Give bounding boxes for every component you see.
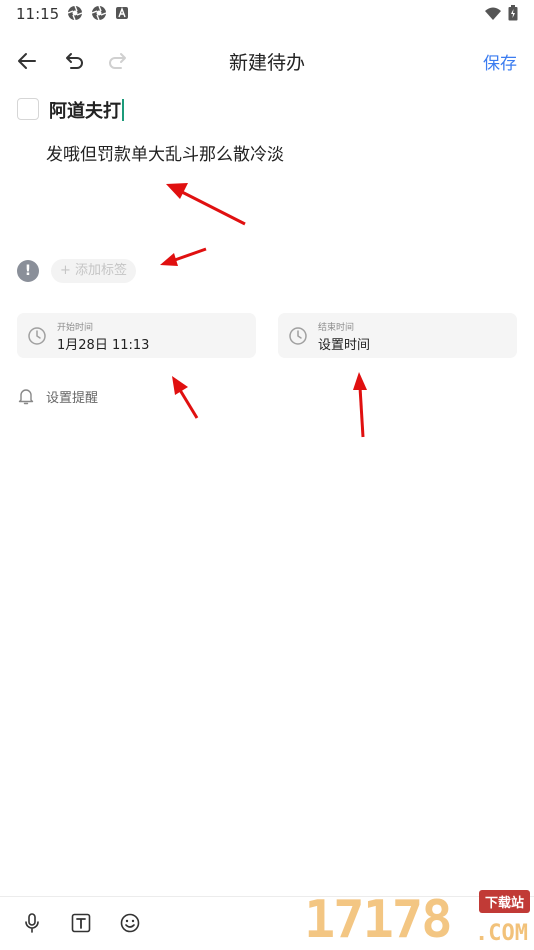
end-time-label: 结束时间 — [318, 323, 355, 333]
battery-icon — [508, 5, 518, 25]
reminder-label: 设置提醒 — [46, 391, 99, 406]
page-title: 新建待办 — [228, 52, 305, 74]
microphone-icon[interactable] — [21, 912, 43, 934]
add-tag-button[interactable]: + 添加标签 — [51, 259, 137, 283]
text-format-icon[interactable] — [70, 912, 92, 934]
text-caret — [122, 99, 124, 121]
annotation-arrow — [166, 183, 246, 226]
priority-icon[interactable]: ! — [17, 260, 39, 282]
end-time-card[interactable]: 结束时间 设置时间 — [278, 313, 517, 358]
start-time-value: 1月28日 11:13 — [57, 338, 150, 353]
todo-body-input[interactable]: 发哦但罚款单大乱斗那么散冷淡 — [46, 140, 284, 165]
end-time-value: 设置时间 — [318, 338, 371, 353]
annotation-arrow — [353, 372, 367, 438]
watermark-badge: 下载站 — [478, 890, 530, 913]
annotation-arrow — [160, 247, 207, 266]
todo-checkbox[interactable] — [17, 98, 39, 120]
site-watermark: 17178 下载站 .COM — [304, 888, 534, 950]
start-time-card[interactable]: 开始时间 1月28日 11:13 — [17, 313, 256, 358]
todo-title-text: 阿道夫打 — [49, 101, 121, 122]
save-button[interactable]: 保存 — [483, 49, 517, 74]
top-toolbar: 新建待办 保存 — [0, 40, 534, 82]
wifi-icon — [484, 6, 502, 25]
aperture-icon — [67, 5, 83, 21]
annotation-arrow — [172, 376, 199, 419]
status-bar: 11:15 — [0, 0, 534, 28]
clock-icon — [288, 326, 308, 346]
app-a-icon — [115, 5, 131, 21]
clock-icon — [27, 326, 47, 346]
watermark-number: 17178 — [304, 890, 453, 950]
status-time: 11:15 — [16, 5, 60, 23]
todo-title-input[interactable]: 阿道夫打 — [49, 97, 124, 123]
bell-icon — [17, 386, 35, 406]
watermark-suffix: .COM — [475, 921, 528, 946]
emoji-icon[interactable] — [119, 912, 141, 934]
start-time-label: 开始时间 — [57, 323, 94, 333]
aperture-icon — [91, 5, 107, 21]
